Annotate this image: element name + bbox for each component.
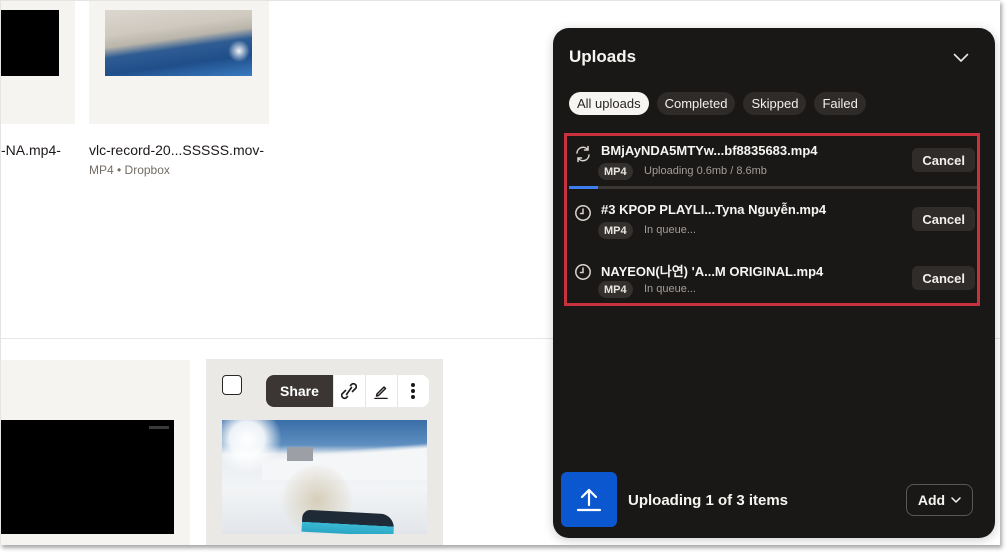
cancel-upload-button[interactable]: Cancel xyxy=(912,207,975,231)
upload-item: BMjAyNDA5MTYw...bf8835683.mp4 MP4 Upload… xyxy=(567,136,977,194)
upload-status: In queue... xyxy=(644,283,696,295)
file-card-hovered[interactable]: Share xyxy=(206,359,443,545)
file-type-badge: MP4 xyxy=(598,222,633,239)
video-thumbnail xyxy=(1,10,59,76)
more-vertical-icon xyxy=(411,383,416,399)
rename-button[interactable] xyxy=(364,375,397,407)
upload-summary: Uploading 1 of 3 items xyxy=(628,492,789,509)
upload-filter-tabs: All uploads Completed Skipped Failed xyxy=(569,92,866,115)
file-meta: MP4 • Dropbox xyxy=(89,163,170,177)
link-icon xyxy=(341,382,358,400)
file-name[interactable]: vlc-record-20...SSSSS.mov- xyxy=(89,142,264,158)
clock-icon xyxy=(575,264,591,280)
file-name[interactable]: -NA.mp4- xyxy=(1,142,61,158)
upload-file-name: #3 KPOP PLAYLI...Tyna Nguyễn.mp4 xyxy=(601,202,827,217)
add-button[interactable]: Add xyxy=(906,484,973,516)
upload-progress-bar xyxy=(569,186,977,189)
filter-completed[interactable]: Completed xyxy=(656,92,736,115)
video-thumbnail xyxy=(222,420,427,534)
panel-title: Uploads xyxy=(569,47,637,66)
share-button[interactable]: Share xyxy=(266,375,333,407)
more-options-button[interactable] xyxy=(396,375,429,407)
upload-item: #3 KPOP PLAYLI...Tyna Nguyễn.mp4 MP4 In … xyxy=(567,195,977,253)
file-type-badge: MP4 xyxy=(598,281,633,298)
select-checkbox[interactable] xyxy=(222,375,242,395)
upload-progress-fill xyxy=(569,186,598,189)
upload-status: Uploading 0.6mb / 8.6mb xyxy=(644,165,767,177)
upload-status-icon-box xyxy=(561,472,617,527)
upload-file-name: BMjAyNDA5MTYw...bf8835683.mp4 xyxy=(601,143,818,158)
upload-list: BMjAyNDA5MTYw...bf8835683.mp4 MP4 Upload… xyxy=(564,133,980,306)
copy-link-button[interactable] xyxy=(332,375,365,407)
file-card[interactable] xyxy=(1,360,190,545)
file-type-badge: MP4 xyxy=(598,163,633,180)
pencil-icon xyxy=(374,386,389,399)
upload-file-name: NAYEON(나연) 'A...M ORIGINAL.mp4 xyxy=(601,264,824,279)
cancel-upload-button[interactable]: Cancel xyxy=(912,266,975,290)
video-thumbnail xyxy=(1,420,174,534)
filter-all-uploads[interactable]: All uploads xyxy=(569,92,649,115)
uploads-panel: Uploads All uploads Completed Skipped Fa… xyxy=(553,28,995,538)
upload-status: In queue... xyxy=(644,224,696,236)
chevron-down-icon xyxy=(951,497,961,503)
file-card[interactable] xyxy=(1,1,75,124)
upload-arrow-icon xyxy=(576,488,602,511)
sync-icon xyxy=(576,145,590,163)
file-card[interactable] xyxy=(89,1,269,124)
file-browser-window: -NA.mp4- vlc-record-20...SSSSS.mov- MP4 … xyxy=(0,0,1000,545)
collapse-panel-button[interactable] xyxy=(949,46,973,70)
watermark xyxy=(149,426,169,429)
file-action-bar: Share xyxy=(266,375,429,407)
filter-skipped[interactable]: Skipped xyxy=(743,92,807,115)
upload-item: NAYEON(나연) 'A...M ORIGINAL.mp4 MP4 In qu… xyxy=(567,254,977,312)
add-button-label: Add xyxy=(917,492,946,508)
cancel-upload-button[interactable]: Cancel xyxy=(912,148,975,172)
chevron-down-icon xyxy=(953,53,969,62)
video-thumbnail xyxy=(105,10,252,76)
clock-icon xyxy=(575,205,591,221)
filter-failed[interactable]: Failed xyxy=(814,92,866,115)
